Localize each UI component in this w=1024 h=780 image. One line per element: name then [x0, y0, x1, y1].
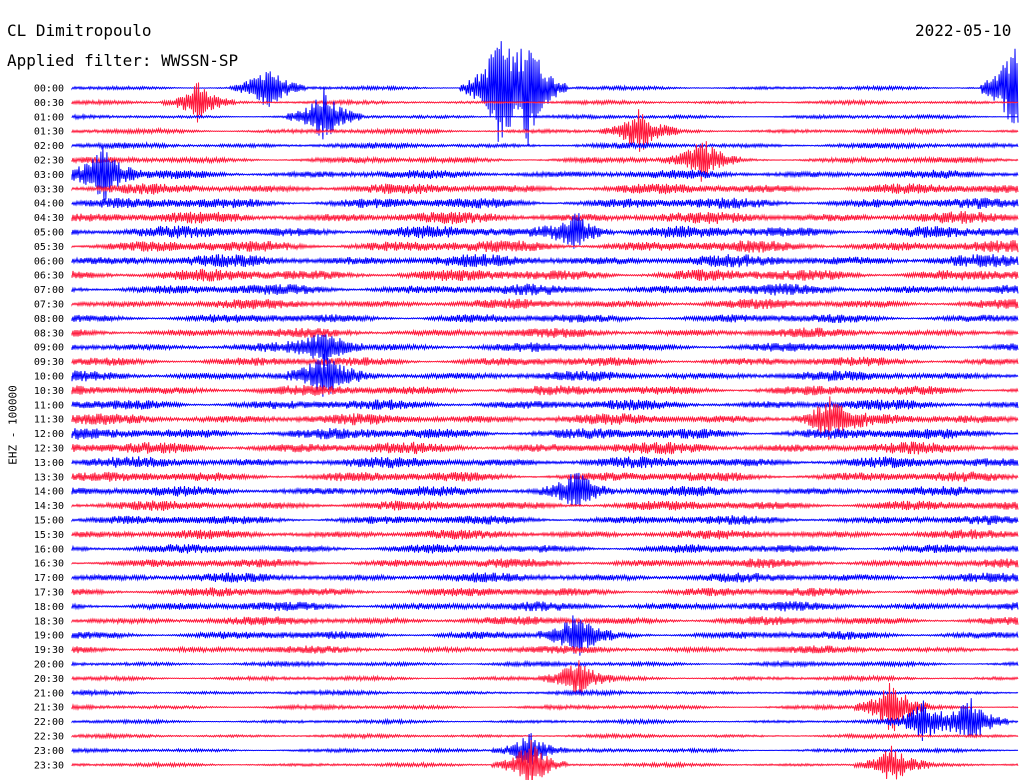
trace-row-1730	[71, 587, 1019, 597]
trace-row-2030	[71, 660, 1019, 696]
time-tick-label: 09:00	[34, 343, 64, 354]
trace-row-0830	[71, 327, 1019, 338]
time-tick-label: 02:30	[34, 156, 64, 167]
time-tick-label: 00:00	[34, 84, 64, 95]
trace-row-0430	[71, 211, 1019, 225]
trace-row-0400	[71, 197, 1019, 210]
trace-row-0330	[71, 183, 1019, 195]
time-tick-label: 06:30	[34, 271, 64, 282]
time-tick-label: 07:00	[34, 285, 64, 296]
trace-row-2230	[71, 732, 1019, 740]
time-tick-label: 13:00	[34, 458, 64, 469]
trace-row-0600	[71, 254, 1019, 268]
time-tick-label: 05:30	[34, 242, 64, 253]
trace-row-2000	[71, 659, 1019, 669]
time-tick-label: 04:00	[34, 199, 64, 210]
time-tick-label: 23:30	[34, 760, 64, 771]
trace-row-1600	[71, 544, 1019, 554]
time-tick-label: 22:30	[34, 732, 64, 743]
trace-row-0730	[71, 298, 1019, 310]
trace-row-2130	[71, 682, 1019, 732]
trace-row-0700	[71, 283, 1019, 296]
time-tick-label: 17:30	[34, 588, 64, 599]
time-tick-label: 01:30	[34, 127, 64, 138]
time-tick-label: 01:00	[34, 112, 64, 123]
time-tick-label: 07:30	[34, 300, 64, 311]
time-tick-label: 08:30	[34, 328, 64, 339]
trace-row-1230	[71, 441, 1019, 455]
time-tick-label: 12:00	[34, 429, 64, 440]
trace-row-1500	[71, 515, 1019, 526]
time-axis: 00:00 00:30 01:00 01:30 02:00 02:30 03:00 03:30…	[34, 84, 64, 772]
time-tick-label: 15:30	[34, 530, 64, 541]
time-tick-label: 17:00	[34, 573, 64, 584]
channel-label: EHZ - 100000	[6, 385, 20, 465]
time-tick-label: 16:30	[34, 559, 64, 570]
time-tick-label: 03:00	[34, 170, 64, 181]
time-tick-label: 21:30	[34, 703, 64, 714]
trace-row-1530	[71, 529, 1019, 540]
time-tick-label: 16:00	[34, 544, 64, 555]
date-label: 2022-05-10	[915, 21, 1012, 40]
time-tick-label: 20:00	[34, 660, 64, 671]
trace-row-0300	[71, 147, 1019, 201]
filter-label: Applied filter: WWSSN-SP	[7, 51, 239, 70]
trace-row-0530	[71, 239, 1019, 253]
trace-row-1930	[71, 645, 1019, 654]
trace-row-1800	[71, 601, 1019, 612]
time-tick-label: 13:30	[34, 472, 64, 483]
time-tick-label: 00:30	[34, 98, 64, 109]
trace-row-1030	[71, 384, 1019, 396]
trace-row-1200	[71, 427, 1019, 440]
trace-row-0630	[71, 268, 1019, 282]
time-tick-label: 05:00	[34, 228, 64, 239]
trace-row-1430	[71, 500, 1019, 512]
time-tick-label: 04:30	[34, 213, 64, 224]
trace-row-1300	[71, 456, 1019, 469]
trace-row-0930	[71, 356, 1019, 367]
trace-row-1630	[71, 558, 1019, 569]
trace-layer	[71, 41, 1019, 780]
time-tick-label: 14:30	[34, 501, 64, 512]
time-tick-label: 02:00	[34, 141, 64, 152]
time-tick-label: 09:30	[34, 357, 64, 368]
helicorder-plot: 00:00 00:30 01:00 01:30 02:00 02:30 03:00 03:30…	[34, 41, 1019, 780]
time-tick-label: 10:30	[34, 386, 64, 397]
trace-row-1830	[71, 616, 1019, 626]
time-tick-label: 19:30	[34, 645, 64, 656]
time-tick-label: 22:00	[34, 717, 64, 728]
time-tick-label: 10:00	[34, 372, 64, 383]
time-tick-label: 18:30	[34, 616, 64, 627]
time-tick-label: 06:00	[34, 256, 64, 267]
time-tick-label: 19:00	[34, 631, 64, 642]
time-tick-label: 11:00	[34, 400, 64, 411]
time-tick-label: 08:00	[34, 314, 64, 325]
time-tick-label: 18:00	[34, 602, 64, 613]
time-tick-label: 21:00	[34, 688, 64, 699]
time-tick-label: 11:30	[34, 415, 64, 426]
time-tick-label: 14:00	[34, 487, 64, 498]
time-tick-label: 23:00	[34, 746, 64, 757]
trace-row-1330	[71, 471, 1019, 483]
trace-row-0800	[71, 314, 1019, 323]
trace-row-1700	[71, 572, 1019, 583]
trace-row-1100	[71, 399, 1019, 411]
trace-row-2100	[71, 688, 1019, 698]
station-title: CL Dimitropoulo	[7, 21, 152, 40]
time-tick-label: 03:30	[34, 184, 64, 195]
time-tick-label: 20:30	[34, 674, 64, 685]
time-tick-label: 15:00	[34, 516, 64, 527]
trace-row-0200	[71, 141, 1019, 151]
time-tick-label: 12:30	[34, 444, 64, 455]
